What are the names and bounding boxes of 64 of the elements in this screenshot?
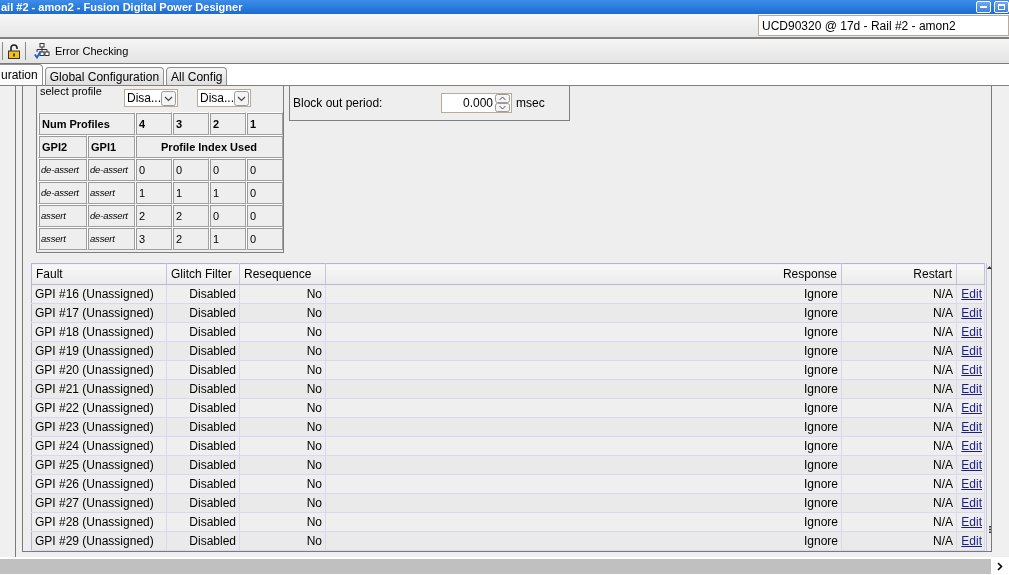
column-header: Glitch Filter [166,263,240,285]
caret-icon [234,90,249,106]
device-field[interactable]: UCD90320 @ 17d - Rail #2 - amon2 [758,15,1009,36]
table-header-cell: 3 [172,112,209,135]
spin-arrows-icon [495,94,510,112]
table-cell: 0 [172,158,209,181]
table-cell: 0 [246,227,283,250]
table-cell: assert [38,204,87,227]
minimize-button[interactable] [976,1,991,13]
column-header: Resequence [239,263,326,285]
table-header-cell: 2 [209,112,246,135]
minimize-icon [980,6,987,8]
table-cell: de-assert [38,158,87,181]
table-cell: 2 [172,227,209,250]
table-cell: 1 [135,181,172,204]
caret-icon [161,90,176,106]
table-cell: 3 [135,227,172,250]
tab[interactable]: All Config [166,67,228,85]
grip-icon [988,526,991,533]
table-cell: 0 [209,158,246,181]
table-header-cell: Num Profiles [38,112,135,135]
column-header [956,263,985,285]
table-cell: 0 [135,158,172,181]
chevron-right-icon [997,561,1003,571]
table-header-cell: GPI1 [87,135,135,158]
network-check-icon [34,43,50,59]
table-cell: 2 [172,204,209,227]
table-cell: 0 [246,204,283,227]
maximize-icon [998,4,1005,10]
horizontal-scrollbar[interactable] [0,558,991,574]
maximize-button[interactable] [994,1,1009,13]
error-checking-button[interactable]: Error Checking [28,40,132,62]
table-cell: 1 [209,227,246,250]
table-cell: 0 [246,181,283,204]
select-profile-label: select profile [39,86,103,97]
tab[interactable]: Global Configuration [44,67,165,85]
column-header: Fault [31,263,167,285]
block-out-label: Block out period: [293,96,384,110]
table-cell: assert [87,227,135,250]
padlock-icon [8,43,20,59]
up-arrow-icon [987,266,992,269]
block-out-spinner[interactable]: 0.000 [441,93,512,113]
vertical-scrollbar[interactable] [986,263,992,551]
table-cell: de-assert [87,158,135,181]
window-title: ail #2 - amon2 - Fusion Digital Power Designer [1,0,243,14]
table-cell: assert [38,227,87,250]
table-header-cell: GPI2 [38,135,87,158]
table-cell: 0 [246,158,283,181]
table-cell: de-assert [38,181,87,204]
table-cell: 0 [209,204,246,227]
unit-label: msec [516,96,545,110]
column-header: Response [325,263,842,285]
column-header: Restart [841,263,957,285]
table-cell: de-assert [87,204,135,227]
table-cell: 1 [172,181,209,204]
table-header-cell: 4 [135,112,172,135]
profile-dropdown[interactable]: Disa... [124,89,178,107]
table-cell: 2 [135,204,172,227]
table-cell: assert [87,181,135,204]
table-header-cell: Profile Index Used [135,135,283,158]
table-cell: 1 [209,181,246,204]
profile-dropdown[interactable]: Disa... [197,89,251,107]
tab[interactable]: uration [0,64,43,85]
table-header-cell: 1 [246,112,283,135]
